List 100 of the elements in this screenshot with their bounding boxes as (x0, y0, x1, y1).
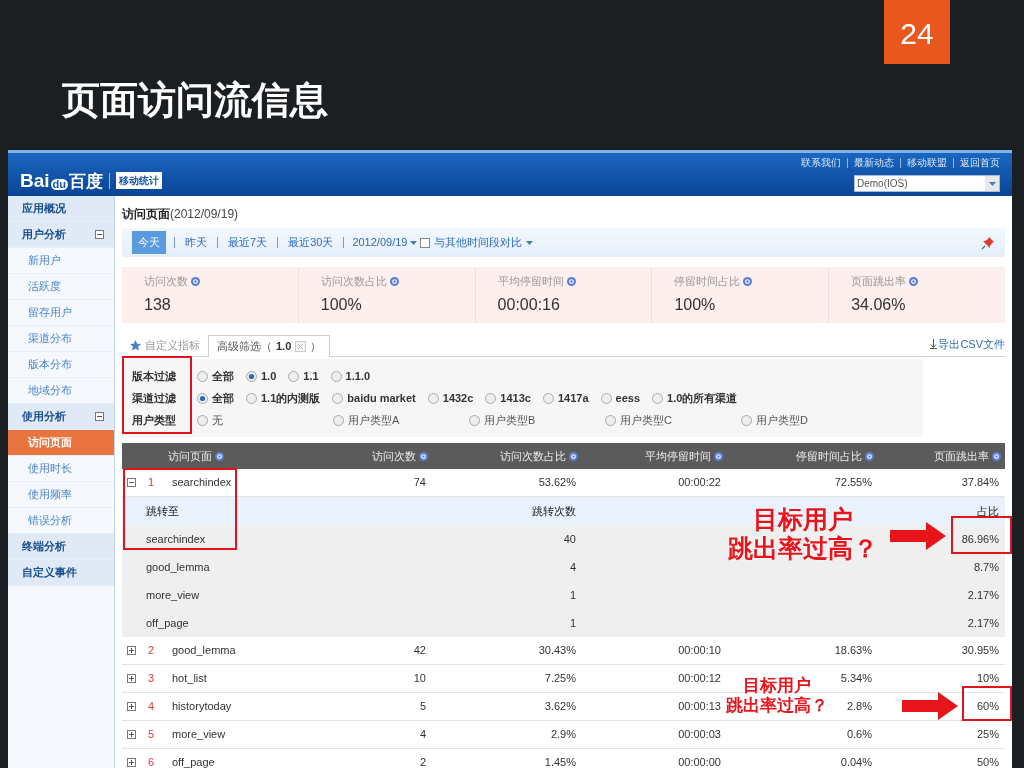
radio-button[interactable] (246, 370, 257, 382)
table-cell-text: 1.45% (544, 755, 576, 768)
stat-value: 138 (144, 294, 172, 315)
sidebar-item[interactable]: 留存用户 (8, 300, 114, 326)
collapse-icon[interactable] (95, 230, 104, 239)
pin-icon[interactable] (981, 235, 995, 250)
table-cell-text: 2.9% (550, 727, 576, 743)
radio-button[interactable] (330, 370, 342, 382)
expand-icon[interactable] (127, 730, 136, 739)
collapse-icon[interactable] (95, 412, 104, 421)
radio-label[interactable]: 用户类型A (348, 411, 400, 429)
radio-button[interactable] (333, 414, 344, 426)
table-cell-text: 42 (413, 643, 426, 659)
table-cell-text: 74 (413, 475, 426, 491)
star-icon (130, 339, 141, 351)
page-name: searchindex (146, 532, 206, 545)
page-name: good_lemma (146, 560, 210, 573)
column-header[interactable]: 访问次数占比 (500, 447, 566, 465)
collapse-icon[interactable] (127, 478, 136, 487)
caret-icon (526, 240, 534, 245)
close-icon[interactable] (295, 341, 307, 352)
radio-label[interactable]: 无 (212, 411, 223, 429)
column-header[interactable]: 平均停留时间 (645, 447, 711, 465)
radio-button[interactable] (197, 392, 208, 404)
expand-icon[interactable] (127, 702, 136, 711)
sidebar-item[interactable]: 应用概况 (8, 196, 114, 222)
expand-icon[interactable] (127, 646, 136, 655)
radio-button[interactable] (600, 392, 612, 404)
header-link[interactable]: 移动联盟 (907, 155, 947, 170)
radio-label[interactable]: 1.0的所有渠道 (667, 389, 738, 407)
radio-button[interactable] (427, 392, 439, 404)
radio-label[interactable]: 1.1的内测版 (261, 389, 321, 407)
radio-button[interactable] (605, 414, 616, 426)
filter-label: 渠道过滤 (131, 390, 177, 406)
radio-button[interactable] (469, 414, 480, 426)
expand-icon[interactable] (127, 674, 136, 683)
table-cell-text: 0.04% (840, 755, 872, 768)
table-cell-text: 5.34% (840, 671, 872, 687)
table-cell-text: 86.96% (961, 531, 999, 547)
date-range-tab[interactable]: 最近7天 (226, 231, 270, 254)
sidebar-item[interactable]: 新用户 (8, 248, 114, 274)
sidebar-item[interactable]: 用户分析 (8, 222, 114, 248)
column-header[interactable]: 访问次数 (372, 447, 416, 465)
table-cell-text: 72.55% (834, 475, 872, 491)
table-cell-text: 53.62% (538, 475, 576, 491)
table-cell-text: 00:00:22 (678, 475, 721, 491)
page-title: 访问页面(2012/09/19) (122, 205, 240, 223)
radio-label[interactable]: 用户类型C (620, 411, 672, 429)
radio-label[interactable]: 1413c (500, 389, 531, 407)
export-link[interactable]: 导出CSV文件 (930, 335, 1005, 352)
radio-button[interactable] (288, 370, 300, 382)
sidebar-item[interactable]: 活跃度 (8, 274, 114, 300)
radio-label[interactable]: 全部 (212, 367, 234, 385)
sidebar-item[interactable]: 版本分布 (8, 352, 114, 378)
sidebar-item[interactable]: 渠道分布 (8, 326, 114, 352)
radio-label[interactable]: 1.1 (303, 367, 319, 385)
sidebar-item[interactable]: 使用分析 (8, 404, 114, 430)
date-range-tab[interactable]: 最近30天 (286, 231, 336, 254)
compare-checkbox[interactable] (420, 237, 431, 248)
radio-label[interactable]: baidu market (347, 389, 416, 407)
header-link[interactable]: 最新动态 (854, 155, 894, 170)
sidebar-item[interactable]: 使用时长 (8, 456, 114, 482)
radio-button[interactable] (741, 414, 752, 426)
page-name: off_page (146, 616, 189, 629)
table-cell-text: 30.43% (538, 643, 576, 659)
radio-label[interactable]: eess (615, 389, 641, 407)
caret-icon (410, 240, 418, 245)
sidebar-item[interactable]: 终端分析 (8, 534, 114, 560)
radio-label[interactable]: 1417a (557, 389, 589, 407)
header-link[interactable]: 联系我们 (801, 155, 841, 170)
expand-icon[interactable] (127, 758, 136, 767)
radio-button[interactable] (197, 370, 208, 382)
column-header[interactable]: 停留时间占比 (796, 447, 862, 465)
radio-button[interactable] (485, 392, 497, 404)
row-index: 5 (148, 727, 156, 743)
app-dropdown[interactable]: Demo(IOS) (854, 175, 1000, 192)
radio-label[interactable]: 全部 (212, 389, 234, 407)
table-cell-text: 50% (976, 755, 999, 768)
row-index: 1 (148, 475, 156, 491)
radio-button[interactable] (332, 392, 344, 404)
date-range-tab[interactable]: 昨天 (183, 231, 209, 254)
radio-button[interactable] (197, 414, 208, 426)
radio-button[interactable] (652, 392, 664, 404)
radio-label[interactable]: 用户类型D (756, 411, 808, 429)
radio-button[interactable] (542, 392, 554, 404)
filter-tab[interactable]: 高级筛选（ 1.0 ） (208, 335, 331, 357)
stat-label: 访问次数占比 (320, 274, 387, 290)
column-header[interactable]: 访问页面 (168, 447, 212, 465)
radio-label[interactable]: 用户类型B (484, 411, 536, 429)
radio-label[interactable]: 1.1.0 (345, 367, 371, 385)
table-cell-text: 25% (976, 727, 999, 743)
column-header[interactable]: 页面跳出率 (934, 447, 989, 465)
compare-dropdown[interactable]: 与其他时间段对比 (434, 234, 534, 251)
radio-label[interactable]: 1.0 (261, 367, 277, 385)
sidebar-item[interactable]: 使用频率 (8, 482, 114, 508)
radio-button[interactable] (246, 392, 257, 404)
header-link[interactable]: 返回首页 (960, 155, 1000, 170)
sidebar-item[interactable]: 自定义事件 (8, 560, 114, 586)
date-picker[interactable]: 2012/09/19 (352, 234, 418, 251)
radio-label[interactable]: 1432c (442, 389, 474, 407)
